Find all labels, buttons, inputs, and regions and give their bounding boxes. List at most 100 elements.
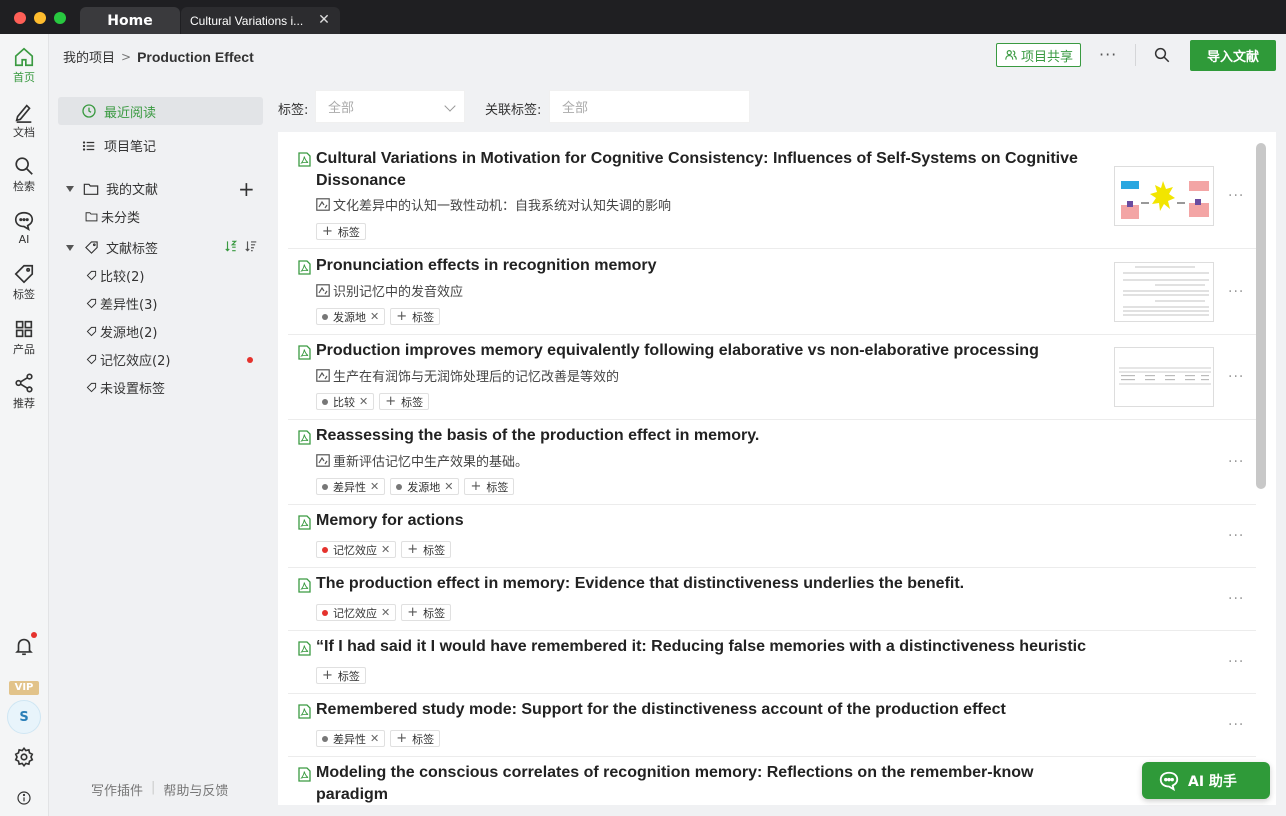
add-tag-button[interactable]: + 标签 — [379, 393, 430, 410]
add-tag-button[interactable]: + 标签 — [390, 730, 441, 747]
tab-document[interactable]: Cultural Variations i... ✕ — [181, 7, 340, 34]
document-thumbnail[interactable] — [1114, 347, 1214, 407]
document-subtitle-text: 文化差异中的认知一致性动机：自我系统对认知失调的影响 — [333, 199, 672, 214]
sort-list-button[interactable] — [244, 239, 258, 253]
pdf-file-icon — [298, 704, 311, 719]
settings-button[interactable] — [0, 746, 48, 768]
sidebar-tag-item[interactable]: 比较(2) — [84, 266, 144, 285]
remove-tag-icon[interactable]: ✕ — [370, 732, 379, 745]
row-more-button[interactable]: ··· — [1228, 369, 1244, 385]
thumbnail-table-image — [1123, 266, 1209, 316]
vip-badge[interactable]: VIP — [9, 681, 39, 695]
caret-down-icon[interactable] — [66, 185, 74, 192]
document-title[interactable]: Pronunciation effects in recognition mem… — [316, 255, 1088, 277]
sidebar-item-notes[interactable]: 项目笔记 — [80, 136, 156, 155]
caret-down-icon[interactable] — [66, 244, 74, 251]
nav-ai[interactable]: AI — [0, 210, 48, 246]
sidebar-item-uncategorized[interactable]: 未分类 — [84, 207, 140, 226]
notification-button[interactable] — [0, 635, 48, 657]
more-options-button[interactable]: ··· — [1099, 45, 1117, 64]
tab-close-icon[interactable]: ✕ — [317, 13, 331, 27]
row-more-button[interactable]: ··· — [1228, 454, 1244, 470]
sidebar-item-my-docs[interactable]: 我的文献 — [66, 179, 158, 198]
project-share-button[interactable]: 项目共享 — [996, 43, 1081, 67]
sidebar-tag-item[interactable]: 差异性(3) — [84, 294, 157, 313]
add-tag-button[interactable]: + 标签 — [464, 478, 515, 495]
document-row[interactable]: “If I had said it I would have remembere… — [288, 631, 1256, 694]
document-row[interactable]: Cultural Variations in Motivation for Co… — [288, 132, 1256, 249]
sidebar-tag-item[interactable]: 未设置标签 — [84, 378, 165, 397]
document-title[interactable]: Modeling the conscious correlates of rec… — [316, 762, 1088, 805]
avatar[interactable]: S — [7, 700, 41, 734]
nav-search[interactable]: 检索 — [0, 155, 48, 194]
tab-home[interactable]: Home — [80, 7, 180, 34]
tag-chip[interactable]: 差异性 ✕ — [316, 730, 386, 747]
help-feedback-link[interactable]: 帮助与反馈 — [163, 780, 228, 799]
add-tag-button[interactable]: + 标签 — [401, 604, 452, 621]
minimize-window-button[interactable] — [34, 12, 46, 24]
info-button[interactable] — [0, 790, 48, 806]
row-more-button[interactable]: ··· — [1228, 717, 1244, 733]
sidebar-item-recent[interactable]: 最近阅读 — [58, 97, 263, 125]
document-title[interactable]: The production effect in memory: Evidenc… — [316, 573, 1088, 595]
document-row[interactable]: Remembered study mode: Support for the d… — [288, 694, 1256, 757]
document-row[interactable]: Pronunciation effects in recognition mem… — [288, 250, 1256, 335]
add-tag-button[interactable]: + 标签 — [401, 541, 452, 558]
row-more-button[interactable]: ··· — [1228, 654, 1244, 670]
sidebar-uncategorized-label: 未分类 — [101, 211, 141, 226]
row-more-button[interactable]: ··· — [1228, 188, 1244, 204]
breadcrumb-root[interactable]: 我的项目 — [63, 47, 115, 66]
related-tag-filter-select[interactable]: 全部 — [549, 90, 750, 123]
import-document-button[interactable]: 导入文献 — [1190, 40, 1276, 71]
sort-az-button[interactable] — [224, 239, 238, 253]
nav-recommend[interactable]: 推荐 — [0, 372, 48, 411]
ai-assistant-button[interactable]: AI 助手 — [1142, 762, 1270, 799]
tag-chip[interactable]: 记忆效应 ✕ — [316, 604, 397, 621]
document-title[interactable]: Remembered study mode: Support for the d… — [316, 699, 1088, 721]
remove-tag-icon[interactable]: ✕ — [444, 480, 453, 493]
remove-tag-icon[interactable]: ✕ — [370, 480, 379, 493]
maximize-window-button[interactable] — [54, 12, 66, 24]
row-more-button[interactable]: ··· — [1228, 528, 1244, 544]
sidebar-tag-item[interactable]: 记忆效应(2) — [84, 350, 170, 369]
row-more-button[interactable]: ··· — [1228, 284, 1244, 300]
tag-chip[interactable]: 差异性 ✕ — [316, 478, 386, 495]
tag-chip[interactable]: 记忆效应 ✕ — [316, 541, 397, 558]
tag-chip[interactable]: 发源地 ✕ — [390, 478, 460, 495]
document-title[interactable]: Reassessing the basis of the production … — [316, 425, 1088, 447]
nav-products[interactable]: 产品 — [0, 318, 48, 357]
footer-separator: | — [151, 780, 156, 795]
add-tag-button[interactable]: + 标签 — [390, 308, 441, 325]
remove-tag-icon[interactable]: ✕ — [370, 310, 379, 323]
document-title[interactable]: Production improves memory equivalently … — [316, 340, 1088, 362]
document-row[interactable]: Memory for actions 记忆效应 ✕ + 标签 ··· — [288, 505, 1256, 568]
header-search-icon[interactable] — [1153, 46, 1171, 64]
document-title[interactable]: “If I had said it I would have remembere… — [316, 636, 1088, 658]
row-more-button[interactable]: ··· — [1228, 591, 1244, 607]
close-window-button[interactable] — [14, 12, 26, 24]
add-tag-button[interactable]: + 标签 — [316, 667, 366, 684]
document-row[interactable]: Modeling the conscious correlates of rec… — [288, 757, 1256, 805]
document-title[interactable]: Cultural Variations in Motivation for Co… — [316, 148, 1088, 192]
nav-tags[interactable]: 标签 — [0, 263, 48, 302]
list-scrollbar[interactable] — [1256, 143, 1266, 489]
remove-tag-icon[interactable]: ✕ — [381, 543, 390, 556]
remove-tag-icon[interactable]: ✕ — [381, 606, 390, 619]
tag-chip[interactable]: 发源地 ✕ — [316, 308, 386, 325]
tag-chip[interactable]: 比较 ✕ — [316, 393, 375, 410]
remove-tag-icon[interactable]: ✕ — [359, 395, 368, 408]
add-folder-button[interactable]: + — [238, 177, 255, 201]
document-thumbnail[interactable] — [1114, 166, 1214, 226]
add-tag-button[interactable]: + 标签 — [316, 223, 366, 240]
document-row[interactable]: Production improves memory equivalently … — [288, 335, 1256, 420]
nav-docs[interactable]: 文档 — [0, 101, 48, 140]
tag-filter-select[interactable]: 全部 — [315, 90, 465, 123]
document-thumbnail[interactable] — [1114, 262, 1214, 322]
writing-plugin-link[interactable]: 写作插件 — [91, 780, 143, 799]
document-title[interactable]: Memory for actions — [316, 510, 1088, 532]
sidebar-item-doc-tags[interactable]: 文献标签 — [66, 238, 158, 257]
document-row[interactable]: Reassessing the basis of the production … — [288, 420, 1256, 505]
document-row[interactable]: The production effect in memory: Evidenc… — [288, 568, 1256, 631]
sidebar-tag-item[interactable]: 发源地(2) — [84, 322, 157, 341]
nav-home[interactable]: 首页 — [0, 46, 48, 85]
